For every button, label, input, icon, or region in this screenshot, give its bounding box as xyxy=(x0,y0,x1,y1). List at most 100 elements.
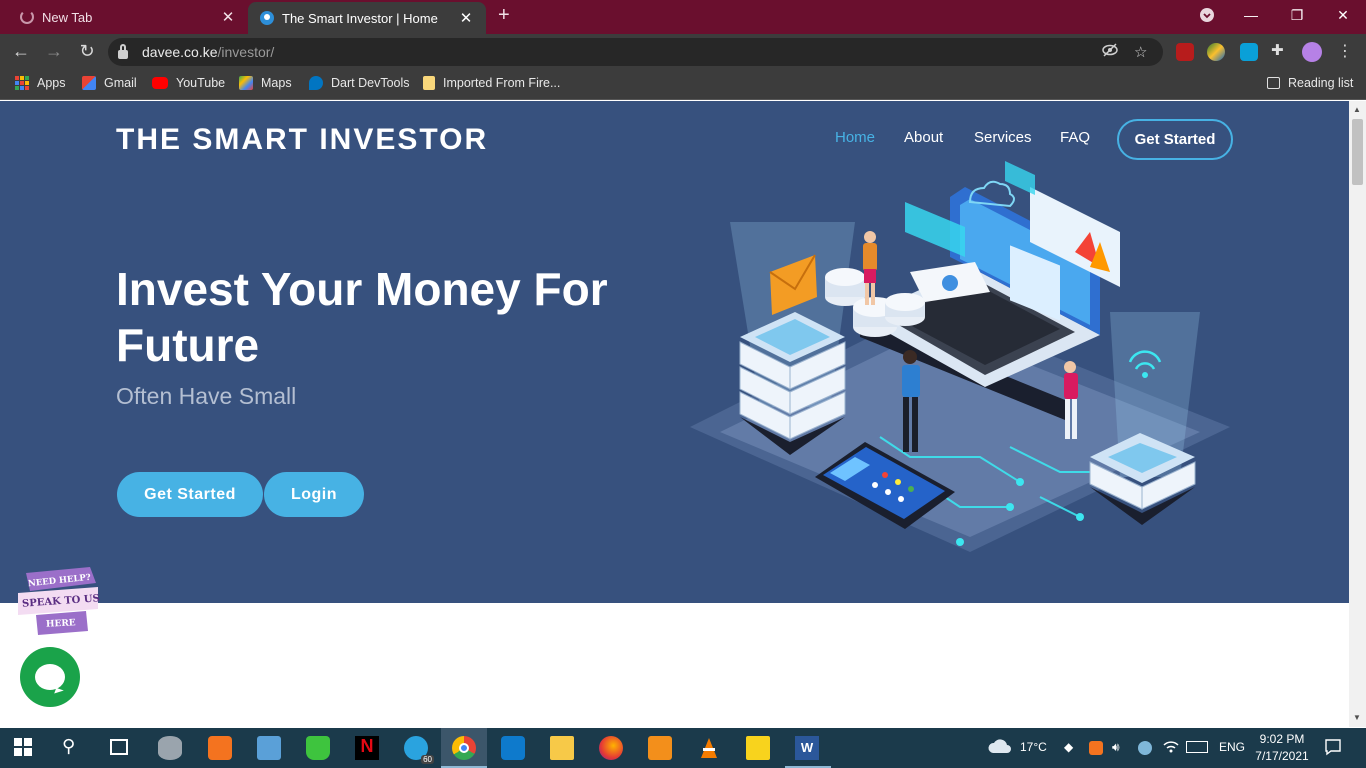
tray-xampp-icon[interactable] xyxy=(1089,741,1103,755)
bookmark-imported-folder[interactable]: Imported From Fire... xyxy=(423,76,560,90)
bookmark-label: Maps xyxy=(261,76,292,90)
gmail-icon xyxy=(82,76,96,90)
database-app-icon[interactable] xyxy=(158,736,182,760)
search-icon[interactable]: ⚲ xyxy=(62,736,86,760)
bookmark-youtube[interactable]: YouTube xyxy=(152,76,225,90)
windows-taskbar: ⚲ N 60 W 17°C ◆ 🔊︎ ENG 9:02 PM 7/17/2021 xyxy=(0,728,1366,768)
sticky-notes-icon[interactable] xyxy=(746,736,770,760)
reading-list-button[interactable]: Reading list xyxy=(1267,76,1353,90)
bookmarks-bar: Apps Gmail YouTube Maps Dart DevTools Im… xyxy=(0,70,1366,100)
bookmark-label: YouTube xyxy=(176,76,226,90)
green-app-icon[interactable] xyxy=(306,736,330,760)
forward-icon[interactable]: → xyxy=(43,41,65,62)
telegram-icon[interactable]: 60 xyxy=(404,736,434,764)
language-indicator[interactable]: ENG xyxy=(1219,740,1245,754)
scroll-up-icon[interactable]: ▲ xyxy=(1353,105,1361,114)
xampp-icon[interactable] xyxy=(208,736,232,760)
profile-avatar-icon[interactable] xyxy=(1302,42,1322,62)
browser-toolbar: ← → ↻ davee.co.ke /investor/ ☆ ✚ ⋮ xyxy=(0,34,1366,70)
task-view-icon[interactable] xyxy=(110,739,128,755)
keyboard-icon[interactable] xyxy=(1186,741,1208,753)
nav-get-started-button[interactable]: Get Started xyxy=(1117,119,1233,160)
bookmark-star-icon[interactable]: ☆ xyxy=(1134,43,1147,61)
tab-title: New Tab xyxy=(42,9,93,25)
new-tab-plus-icon[interactable]: + xyxy=(498,4,510,27)
hero-get-started-button[interactable]: Get Started xyxy=(117,472,263,517)
weather-icon[interactable] xyxy=(988,737,1012,758)
nav-home[interactable]: Home xyxy=(835,129,875,146)
tracking-off-icon[interactable] xyxy=(1102,43,1118,61)
hero-subline: Often Have Small xyxy=(116,383,297,409)
back-icon[interactable]: ← xyxy=(10,41,32,62)
extension-colorful-icon[interactable] xyxy=(1207,43,1225,61)
chrome-icon[interactable] xyxy=(452,736,476,760)
browser-menu-icon[interactable]: ⋮ xyxy=(1334,41,1356,61)
tab-search-icon[interactable] xyxy=(1184,0,1230,30)
nav-about[interactable]: About xyxy=(904,129,943,146)
reload-icon[interactable]: ↻ xyxy=(76,41,98,62)
vscode-icon[interactable] xyxy=(501,736,525,760)
need-help-badge[interactable]: NEED HELP? SPEAK TO US HERE xyxy=(16,565,100,639)
tab-close-icon[interactable]: ✕ xyxy=(220,8,236,26)
tray-extension-icon[interactable]: ◆ xyxy=(1064,740,1073,754)
scroll-down-icon[interactable]: ▼ xyxy=(1353,713,1361,722)
windows-start-icon[interactable] xyxy=(14,738,38,762)
reading-list-label: Reading list xyxy=(1288,76,1354,90)
hero-section: THE SMART INVESTOR Home About Services F… xyxy=(0,101,1349,603)
dart-icon xyxy=(309,76,323,90)
maps-icon xyxy=(239,76,253,90)
weather-temperature[interactable]: 17°C xyxy=(1020,740,1047,754)
laptop-app-icon[interactable] xyxy=(257,736,281,760)
nav-services[interactable]: Services xyxy=(974,129,1032,146)
url-path: /investor/ xyxy=(217,44,275,60)
browser-tabstrip: New Tab ✕ The Smart Investor | Home ✕ + … xyxy=(0,0,1366,34)
hero-headline: Invest Your Money For Future xyxy=(116,263,608,371)
word-icon[interactable]: W xyxy=(795,736,819,760)
page-scrollbar[interactable]: ▲ ▼ xyxy=(1349,101,1366,727)
minimize-icon[interactable]: — xyxy=(1228,0,1274,30)
bookmark-maps[interactable]: Maps xyxy=(239,76,292,90)
tray-app-icon[interactable] xyxy=(1138,741,1152,755)
tab-new-tab[interactable]: New Tab ✕ xyxy=(8,0,248,34)
chat-widget-button[interactable] xyxy=(20,647,80,707)
nav-faq[interactable]: FAQ xyxy=(1060,129,1090,146)
tab-close-icon[interactable]: ✕ xyxy=(458,9,474,27)
bookmark-apps[interactable]: Apps xyxy=(15,76,66,90)
hero-illustration xyxy=(690,161,1230,552)
extension-arrow-icon[interactable] xyxy=(1240,43,1258,61)
bookmark-dart-devtools[interactable]: Dart DevTools xyxy=(309,76,410,90)
netflix-icon[interactable]: N xyxy=(355,736,379,760)
youtube-icon xyxy=(152,77,168,89)
page-viewport: THE SMART INVESTOR Home About Services F… xyxy=(0,101,1366,727)
site-favicon-icon xyxy=(260,11,274,25)
hero-login-button[interactable]: Login xyxy=(264,472,364,517)
clock-date: 7/17/2021 xyxy=(1255,749,1309,763)
address-bar[interactable]: davee.co.ke /investor/ ☆ xyxy=(108,38,1163,66)
vlc-icon[interactable] xyxy=(697,736,721,760)
extensions-puzzle-icon[interactable]: ✚ xyxy=(1271,41,1289,59)
sublime-text-icon[interactable] xyxy=(648,736,672,760)
bookmark-label: Dart DevTools xyxy=(331,76,410,90)
wifi-icon[interactable] xyxy=(1163,740,1179,757)
taskbar-clock[interactable]: 9:02 PM 7/17/2021 xyxy=(1250,731,1314,765)
url-host: davee.co.ke xyxy=(142,44,218,60)
restore-icon[interactable]: ❐ xyxy=(1274,0,1320,30)
scroll-thumb[interactable] xyxy=(1352,119,1363,185)
volume-icon[interactable]: 🔊︎ xyxy=(1112,740,1120,755)
folder-icon xyxy=(423,76,435,90)
firefox-icon[interactable] xyxy=(599,736,623,760)
file-explorer-icon[interactable] xyxy=(550,736,574,760)
tab-title: The Smart Investor | Home xyxy=(282,10,438,26)
site-logo[interactable]: THE SMART INVESTOR xyxy=(116,123,488,157)
loading-icon xyxy=(20,10,34,24)
bookmark-gmail[interactable]: Gmail xyxy=(82,76,137,90)
bookmark-label: Gmail xyxy=(104,76,137,90)
close-window-icon[interactable]: ✕ xyxy=(1320,0,1366,30)
ublock-icon[interactable] xyxy=(1176,43,1194,61)
lock-icon xyxy=(118,43,128,59)
telegram-badge: 60 xyxy=(421,755,434,764)
tab-smart-investor[interactable]: The Smart Investor | Home ✕ xyxy=(248,2,486,34)
notification-center-icon[interactable] xyxy=(1324,738,1342,759)
reading-list-icon xyxy=(1267,77,1280,89)
bookmark-label: Imported From Fire... xyxy=(443,76,561,90)
